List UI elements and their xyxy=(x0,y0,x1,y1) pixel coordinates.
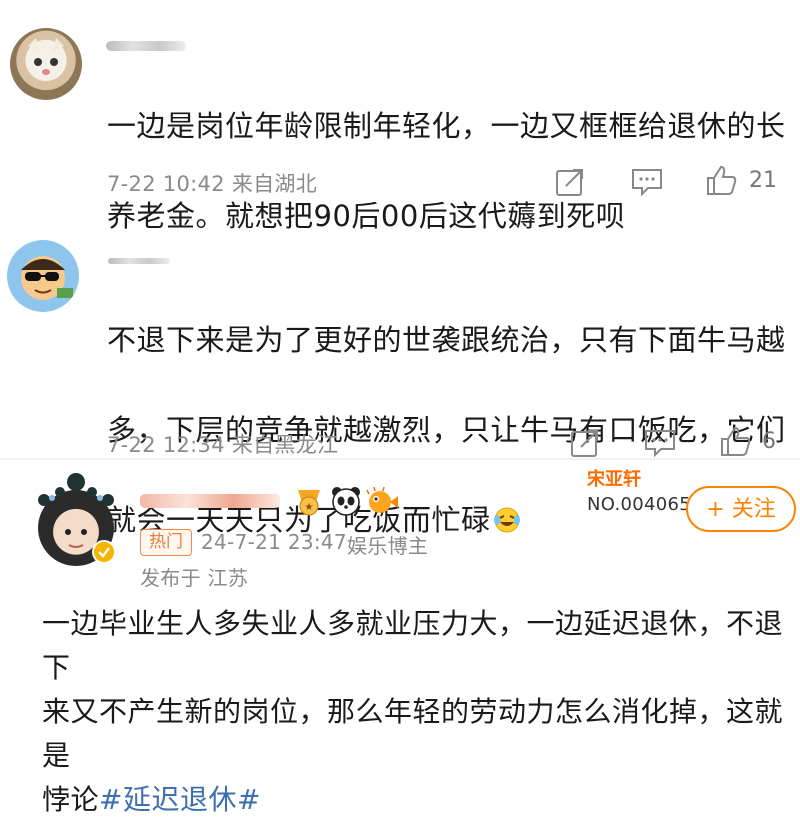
follow-button[interactable]: + 关注 xyxy=(686,486,796,532)
comment-line: 不退下来是为了更好的世袭跟统治，只有下面牛马越 xyxy=(107,323,786,357)
post-location: 发布于 江苏 xyxy=(140,566,249,590)
comment-line: 一边是岗位年龄限制年轻化，一边又框框给退休的长 xyxy=(107,109,786,143)
section-divider xyxy=(0,458,800,460)
hashtag-link[interactable]: #延迟退休# xyxy=(99,783,261,816)
comment-icon[interactable] xyxy=(630,166,664,198)
post-line-text: 悖论 xyxy=(42,783,100,816)
svg-text:★: ★ xyxy=(305,502,314,513)
share-icon[interactable] xyxy=(569,427,601,459)
post-body: 一边毕业生人多失业人多就业压力大，一边延迟退休，不退下 来又不产生新的岗位，那么… xyxy=(42,602,800,822)
medal-badge-icon: ★ xyxy=(298,490,320,516)
thumbs-up-icon[interactable] xyxy=(704,163,738,197)
pufferfish-icon xyxy=(366,486,398,513)
avatar[interactable] xyxy=(7,240,79,312)
like-count: 6 xyxy=(762,429,776,454)
username-blurred[interactable] xyxy=(140,494,280,508)
post-line: 来又不产生新的岗位，那么年轻的劳动力怎么消化掉，这就是 xyxy=(42,695,784,772)
username-blurred[interactable] xyxy=(108,258,170,264)
avatar-frame-icon xyxy=(38,473,114,506)
post-line: 悖论#延迟退休# xyxy=(42,778,800,822)
cartoon-avatar-icon xyxy=(21,256,73,300)
comment-line: 养老金。就想把90后00后这代薅到死呗 xyxy=(107,199,626,233)
share-icon[interactable] xyxy=(554,166,586,198)
avatar[interactable] xyxy=(10,28,82,100)
comment-icon[interactable] xyxy=(643,427,677,459)
post-timestamp: 24-7-21 23:47 xyxy=(201,530,347,554)
laughing-crying-emoji-icon xyxy=(493,507,520,533)
comment-timestamp: 7-22 10:42 来自湖北 xyxy=(107,172,318,196)
comment-timestamp: 7-22 12:34 来自黑龙江 xyxy=(107,433,339,457)
cat-avatar-icon xyxy=(28,38,64,75)
fan-badge-number: NO.004065 xyxy=(587,494,692,515)
fan-badge-name: 宋亚轩 xyxy=(587,469,641,490)
like-count: 21 xyxy=(749,168,777,193)
user-type-label: 娱乐博主 xyxy=(347,534,429,558)
verified-icon xyxy=(92,540,116,564)
username-blurred[interactable] xyxy=(106,41,186,51)
panda-icon xyxy=(332,487,360,516)
post-line: 一边毕业生人多失业人多就业压力大，一边延迟退休，不退下 xyxy=(42,607,784,684)
hot-badge: 热门 xyxy=(140,529,192,556)
thumbs-up-icon[interactable] xyxy=(718,424,752,458)
